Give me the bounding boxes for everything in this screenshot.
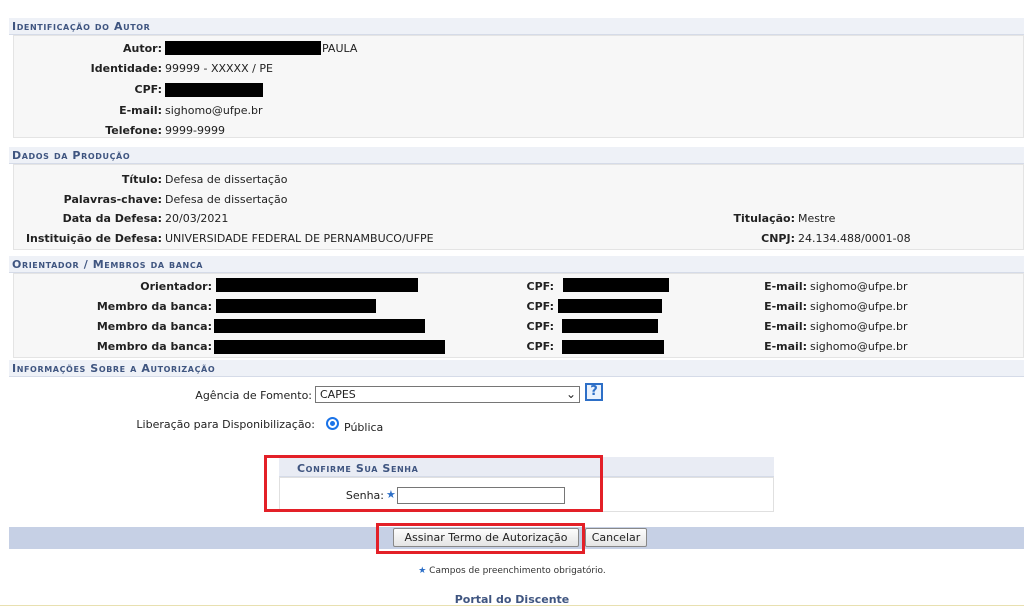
- member-cpf-label: CPF:: [526, 300, 554, 313]
- member-email-label: E-mail:: [764, 300, 807, 313]
- member-email-value: sighomo@ufpe.br: [810, 320, 908, 333]
- member-cpf-label: CPF:: [526, 320, 554, 333]
- liberacao-label: Liberação para Disponibilização:: [136, 418, 315, 431]
- redacted-member-name: [216, 278, 418, 292]
- titulacao-label: Titulação:: [733, 212, 795, 225]
- section-header-production: Dados da Produção: [9, 147, 1024, 164]
- redacted-member-cpf: [558, 299, 662, 313]
- identidade-label: Identidade:: [90, 62, 162, 75]
- member-email-label: E-mail:: [764, 340, 807, 353]
- palavras-value: Defesa de dissertação: [165, 193, 288, 206]
- agencia-select[interactable]: CAPES ⌄: [315, 386, 580, 403]
- cnpj-label: CNPJ:: [761, 232, 795, 245]
- cancel-button[interactable]: Cancelar: [585, 528, 647, 547]
- titulo-label: Título:: [121, 173, 162, 186]
- section-header-authorization: Informações Sobre a Autorização: [9, 360, 1024, 377]
- member-email-label: E-mail:: [764, 320, 807, 333]
- member-role-label: Membro da banca:: [96, 340, 212, 353]
- redacted-member-name: [214, 319, 425, 333]
- required-note: Campos de preenchimento obrigatório.: [429, 566, 606, 576]
- member-role-label: Membro da banca:: [96, 320, 212, 333]
- instituicao-label: Instituição de Defesa:: [25, 232, 162, 245]
- highlight-password-box: [264, 455, 603, 512]
- section-header-members: Orientador / Membros da banca: [9, 256, 1024, 273]
- redacted-member-cpf: [562, 340, 664, 354]
- agencia-selected-value: CAPES: [320, 388, 356, 401]
- member-cpf-label: CPF:: [526, 280, 554, 293]
- section-header-author: Identificação do Autor: [9, 18, 1024, 35]
- titulacao-value: Mestre: [798, 212, 836, 225]
- required-footnote: ★ Campos de preenchimento obrigatório.: [0, 566, 1024, 576]
- highlight-sign-button: [376, 523, 585, 554]
- redacted-name: [165, 41, 321, 55]
- member-role-label: Membro da banca:: [96, 300, 212, 313]
- member-cpf-label: CPF:: [526, 340, 554, 353]
- telefone-label: Telefone:: [105, 124, 162, 137]
- identidade-value: 99999 - XXXXX / PE: [165, 62, 273, 75]
- email-value: sighomo@ufpe.br: [165, 104, 263, 117]
- instituicao-value: UNIVERSIDADE FEDERAL DE PERNAMBUCO/UFPE: [165, 232, 434, 245]
- telefone-value: 9999-9999: [165, 124, 225, 137]
- data-defesa-label: Data da Defesa:: [62, 212, 162, 225]
- email-label: E-mail:: [119, 104, 162, 117]
- chevron-down-icon: ⌄: [565, 387, 576, 401]
- autor-value: PAULA: [322, 42, 358, 55]
- member-email-value: sighomo@ufpe.br: [810, 300, 908, 313]
- member-email-value: sighomo@ufpe.br: [810, 340, 908, 353]
- cnpj-value: 24.134.488/0001-08: [798, 232, 911, 245]
- palavras-label: Palavras-chave:: [63, 193, 162, 206]
- redacted-member-cpf: [562, 319, 658, 333]
- member-email-value: sighomo@ufpe.br: [810, 280, 908, 293]
- required-star-icon: ★: [418, 566, 427, 576]
- member-role-label: Orientador:: [140, 280, 212, 293]
- publica-label: Pública: [344, 421, 384, 434]
- help-icon[interactable]: ?: [585, 383, 603, 401]
- cpf-label: CPF:: [134, 83, 162, 96]
- agencia-label: Agência de Fomento:: [195, 389, 312, 402]
- titulo-value: Defesa de dissertação: [165, 173, 288, 186]
- data-defesa-value: 20/03/2021: [165, 212, 229, 225]
- autor-label: Autor:: [123, 42, 162, 55]
- redacted-member-name: [214, 340, 445, 354]
- member-email-label: E-mail:: [764, 280, 807, 293]
- redacted-member-cpf: [563, 278, 669, 292]
- publica-radio[interactable]: [326, 417, 339, 430]
- redacted-member-name: [216, 299, 376, 313]
- redacted-cpf: [165, 83, 263, 97]
